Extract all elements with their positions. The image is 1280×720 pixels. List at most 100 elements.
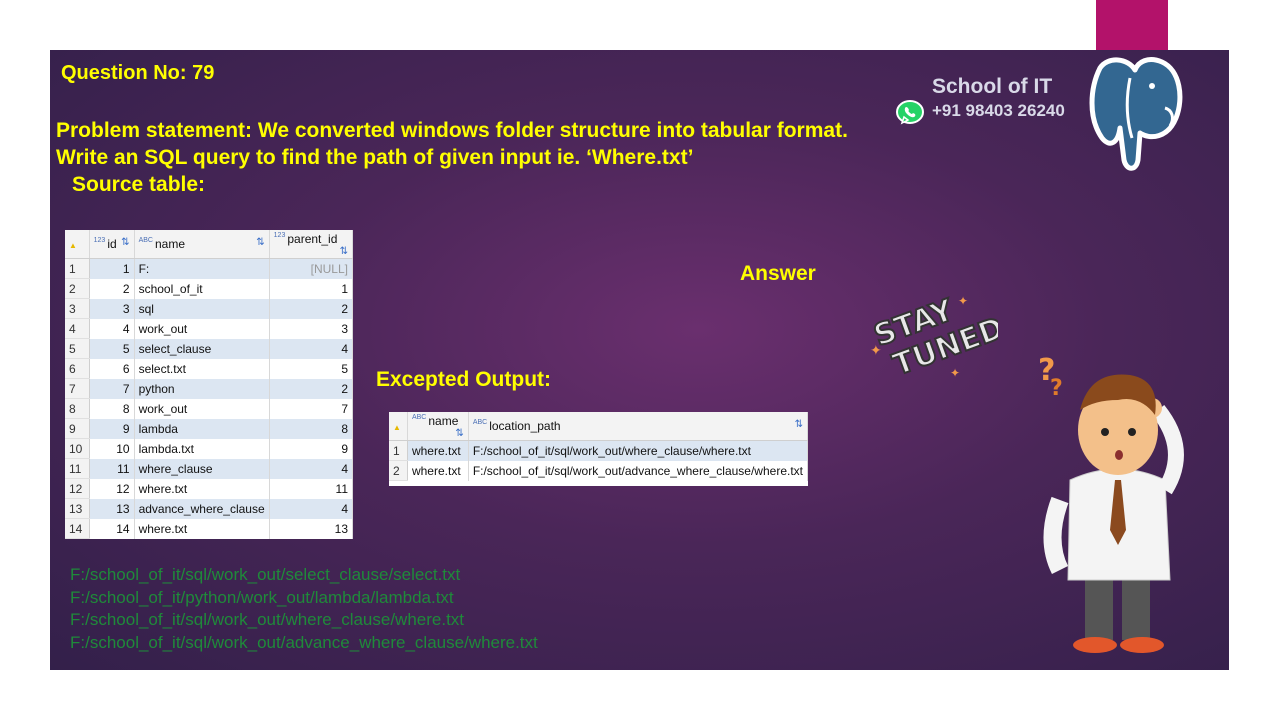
table-row[interactable]: 6 6 select.txt 5 xyxy=(65,358,354,379)
cell-id[interactable]: 10 xyxy=(89,438,135,459)
row-number: 11 xyxy=(65,458,90,479)
column-header-name[interactable]: ABC name ⇅ xyxy=(407,412,469,441)
cell-name[interactable]: where.txt xyxy=(407,440,469,461)
cell-parent-id[interactable]: 4 xyxy=(269,498,354,519)
cell-name[interactable]: lambda xyxy=(134,418,270,439)
cell-parent-id[interactable]: 2 xyxy=(269,298,354,319)
row-number: 10 xyxy=(65,438,90,459)
cell-parent-id[interactable]: 5 xyxy=(269,358,354,379)
table-row[interactable]: 10 10 lambda.txt 9 xyxy=(65,438,354,459)
cell-name[interactable]: select_clause xyxy=(134,338,270,359)
stay-tuned-sticker: STAY TUNED ✦ ✦ ✦ xyxy=(868,292,998,385)
question-mark-icon: ? xyxy=(1050,376,1063,401)
sort-filter-icon[interactable]: ⇅ xyxy=(795,419,803,430)
sparkle-icon: ✦ xyxy=(950,366,960,380)
cell-name[interactable]: F: xyxy=(134,258,270,279)
cell-id[interactable]: 4 xyxy=(89,318,135,339)
table-row[interactable]: 14 14 where.txt 13 xyxy=(65,518,354,539)
table-row[interactable]: 1 where.txt F:/school_of_it/sql/work_out/w… xyxy=(389,440,809,461)
cell-name[interactable]: where_clause xyxy=(134,458,270,479)
row-number: 9 xyxy=(65,418,90,439)
cell-name[interactable]: where.txt xyxy=(407,460,469,481)
column-header-label: parent_id xyxy=(287,231,338,246)
table-row[interactable]: 4 4 work_out 3 xyxy=(65,318,354,339)
cell-parent-id[interactable]: [NULL] xyxy=(269,258,354,279)
cell-id[interactable]: 3 xyxy=(89,298,135,319)
cell-id[interactable]: 14 xyxy=(89,518,135,539)
sort-filter-icon[interactable]: ⇅ xyxy=(455,428,463,439)
postgresql-elephant-logo xyxy=(1089,57,1183,171)
table-row[interactable]: 3 3 sql 2 xyxy=(65,298,354,319)
column-header-parent-id[interactable]: 123 parent_id ⇅ xyxy=(269,230,354,259)
table-row[interactable]: 12 12 where.txt 11 xyxy=(65,478,354,499)
cell-name[interactable]: where.txt xyxy=(134,518,270,539)
row-number: 7 xyxy=(65,378,90,399)
cell-parent-id[interactable]: 1 xyxy=(269,278,354,299)
cell-id[interactable]: 12 xyxy=(89,478,135,499)
sort-filter-icon[interactable]: ⇅ xyxy=(256,237,264,248)
cell-parent-id[interactable]: 4 xyxy=(269,338,354,359)
cell-parent-id[interactable]: 11 xyxy=(269,478,354,499)
table-row[interactable]: 2 2 school_of_it 1 xyxy=(65,278,354,299)
row-number-header: ▲ xyxy=(65,230,90,259)
table-row[interactable]: 5 5 select_clause 4 xyxy=(65,338,354,359)
column-header-label: name xyxy=(154,237,185,251)
row-number-header: ▲ xyxy=(389,412,408,441)
cell-name[interactable]: advance_where_clause xyxy=(134,498,270,519)
cell-name[interactable]: select.txt xyxy=(134,358,270,379)
row-number: 4 xyxy=(65,318,90,339)
column-header-name[interactable]: ABC name ⇅ xyxy=(134,230,270,259)
row-number: 1 xyxy=(65,258,90,279)
column-header-id[interactable]: 123 id ⇅ xyxy=(89,230,135,259)
problem-line-2: Write an SQL query to find the path of g… xyxy=(56,146,694,169)
table-row[interactable]: 13 13 advance_where_clause 4 xyxy=(65,498,354,519)
table-row[interactable]: 2 where.txt F:/school_of_it/sql/work_out/a… xyxy=(389,460,809,481)
cell-id[interactable]: 6 xyxy=(89,358,135,379)
cell-id[interactable]: 9 xyxy=(89,418,135,439)
source-table-label: Source table: xyxy=(72,173,206,196)
cell-id[interactable]: 5 xyxy=(89,338,135,359)
table-row[interactable]: 9 9 lambda 8 xyxy=(65,418,354,439)
cell-location-path[interactable]: F:/school_of_it/sql/work_out/where_claus… xyxy=(468,440,809,461)
cell-id[interactable]: 11 xyxy=(89,458,135,479)
column-header-label: name xyxy=(428,413,459,428)
table-row[interactable]: 7 7 python 2 xyxy=(65,378,354,399)
cell-id[interactable]: 2 xyxy=(89,278,135,299)
cell-name[interactable]: work_out xyxy=(134,398,270,419)
table-row[interactable]: 11 11 where_clause 4 xyxy=(65,458,354,479)
cell-parent-id[interactable]: 7 xyxy=(269,398,354,419)
cell-name[interactable]: where.txt xyxy=(134,478,270,499)
cell-id[interactable]: 8 xyxy=(89,398,135,419)
sparkle-icon: ✦ xyxy=(958,294,968,308)
cell-parent-id[interactable]: 4 xyxy=(269,458,354,479)
cell-name[interactable]: work_out xyxy=(134,318,270,339)
table-row[interactable]: 1 1 F: [NULL] xyxy=(65,258,354,279)
path-line: F:/school_of_it/sql/work_out/select_clau… xyxy=(70,565,461,584)
path-list: F:/school_of_it/sql/work_out/select_clau… xyxy=(70,564,538,654)
cell-name[interactable]: python xyxy=(134,378,270,399)
cell-parent-id[interactable]: 2 xyxy=(269,378,354,399)
cell-name[interactable]: sql xyxy=(134,298,270,319)
row-number: 13 xyxy=(65,498,90,519)
sort-filter-icon[interactable]: ⇅ xyxy=(121,237,129,248)
question-number: Question No: 79 xyxy=(61,62,215,84)
cell-parent-id[interactable]: 9 xyxy=(269,438,354,459)
cell-id[interactable]: 1 xyxy=(89,258,135,279)
cell-location-path[interactable]: F:/school_of_it/sql/work_out/advance_whe… xyxy=(468,460,809,481)
cell-parent-id[interactable]: 3 xyxy=(269,318,354,339)
cell-name[interactable]: lambda.txt xyxy=(134,438,270,459)
row-number: 3 xyxy=(65,298,90,319)
column-header-location-path[interactable]: ABC location_path ⇅ xyxy=(468,412,809,441)
path-line: F:/school_of_it/python/work_out/lambda/l… xyxy=(70,587,454,607)
row-number: 2 xyxy=(389,460,408,481)
cell-name[interactable]: school_of_it xyxy=(134,278,270,299)
cell-parent-id[interactable]: 13 xyxy=(269,518,354,539)
cell-parent-id[interactable]: 8 xyxy=(269,418,354,439)
row-number: 1 xyxy=(389,440,408,461)
sort-filter-icon[interactable]: ⇅ xyxy=(340,246,348,257)
cell-id[interactable]: 7 xyxy=(89,378,135,399)
answer-label: Answer xyxy=(740,262,816,285)
table-row[interactable]: 8 8 work_out 7 xyxy=(65,398,354,419)
cell-id[interactable]: 13 xyxy=(89,498,135,519)
brand-name: School of IT xyxy=(932,75,1053,98)
